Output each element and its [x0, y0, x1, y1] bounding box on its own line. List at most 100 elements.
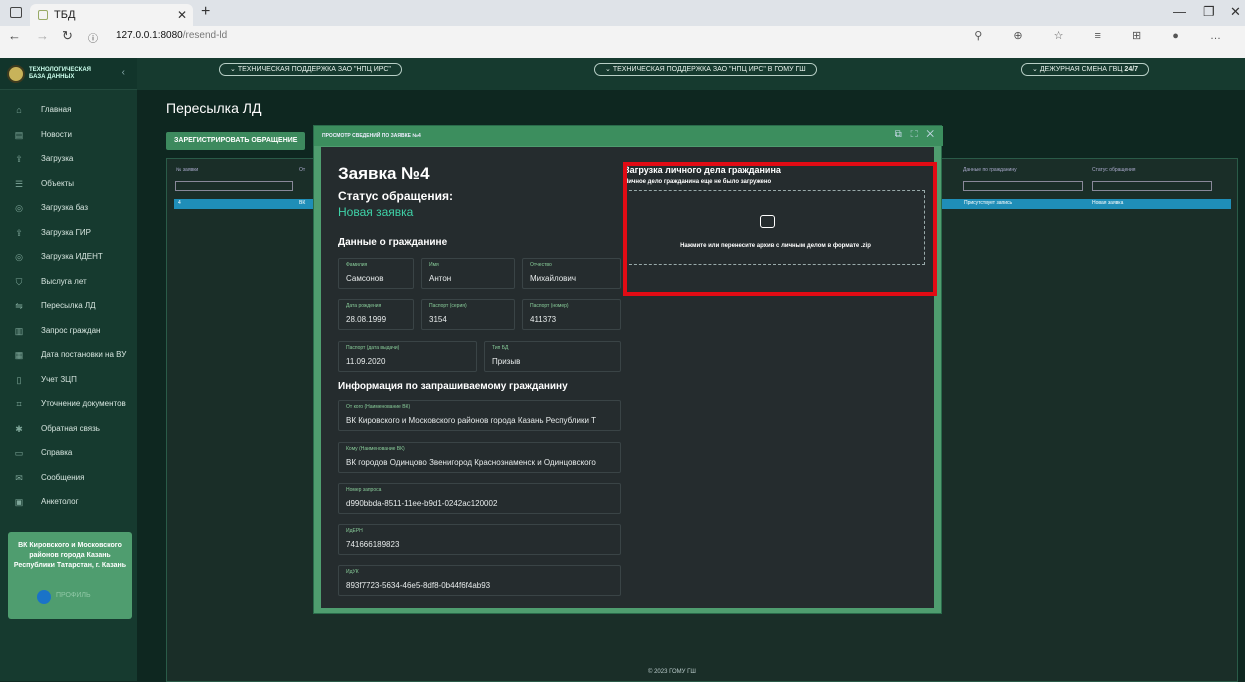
favicon-icon — [38, 10, 48, 20]
address-bar: ← → ↻ ⓘ 127.0.0.1:8080/resend-ld ⚲ ⊕ ☆ ≡… — [0, 26, 1245, 47]
sidebar-item-label: Справка — [41, 448, 73, 457]
birthdate-field[interactable]: Дата рождения 28.08.1999 — [338, 299, 414, 330]
forward-icon[interactable]: → — [36, 28, 49, 43]
profile-link[interactable]: ПРОФИЛЬ — [56, 592, 91, 599]
col-header-num[interactable]: № заявки — [176, 167, 198, 173]
support-dropdown-2[interactable]: ⌄ ТЕХНИЧЕСКАЯ ПОДДЕРЖКА ЗАО "НПЦ ИРС" В … — [594, 63, 817, 76]
duty-dropdown[interactable]: ⌄ ДЕЖУРНАЯ СМЕНА ГВЦ 24/7 — [1021, 63, 1150, 76]
tab-title: ТБД — [54, 9, 76, 21]
sidebar-item[interactable]: ⌂ Главная — [0, 98, 137, 122]
sidebar-item[interactable]: ◎ Загрузка баз — [0, 196, 137, 220]
db-type-field[interactable]: Тип БД Призыв — [484, 341, 621, 372]
sidebar-item[interactable]: ◎ Загрузка ИДЕНТ — [0, 245, 137, 269]
refresh-icon[interactable]: ↻ — [62, 28, 73, 44]
browser-tab[interactable]: ТБД ✕ — [30, 4, 193, 26]
sidebar-item-label: Загрузка ГИР — [41, 227, 91, 237]
col-header-from[interactable]: От — [299, 167, 305, 173]
highlight-box — [623, 162, 937, 296]
folder-icon: ▭ — [14, 448, 24, 458]
back-icon[interactable]: ← — [8, 28, 21, 43]
form-icon: ▣ — [14, 497, 24, 507]
news-icon: ▤ — [14, 129, 24, 140]
modal-header: ПРОСМОТР СВЕДЕНИЙ ПО ЗАЯВКЕ №4 ⧉ ⛶ ✕ — [314, 126, 943, 146]
sidebar-item-label: Загрузка — [41, 154, 74, 163]
new-tab-button[interactable]: + — [201, 3, 210, 21]
support-dropdown-1[interactable]: ⌄ ТЕХНИЧЕСКАЯ ПОДДЕРЖКА ЗАО "НПЦ ИРС" — [219, 63, 402, 76]
user-name: ВК Кировского и Московского районов горо… — [13, 542, 127, 569]
iduk-field[interactable]: ИдУК 893f7723-5634-46e5-8df8-0b44f6f4ab93 — [338, 565, 621, 596]
surname-field[interactable]: Фамилия Самсонов — [338, 258, 414, 289]
status-value: Новая заявка — [338, 205, 414, 219]
row-status: Новая заявка — [1092, 200, 1124, 206]
sidebar-item[interactable]: ▭ Справка — [0, 441, 137, 465]
sidebar-item[interactable]: ▥ Запрос граждан — [0, 319, 137, 343]
passport-date-field[interactable]: Паспорт (дата выдачи) 11.09.2020 — [338, 341, 477, 372]
minimize-icon[interactable]: — — [1173, 4, 1186, 19]
sidebar-item-label: Сообщения — [41, 472, 85, 482]
tab-bar: ТБД ✕ + — ❐ ✕ — [0, 0, 1245, 26]
sidebar-item[interactable]: ▯ Учет ЗЦП — [0, 368, 137, 392]
maximize-icon[interactable]: ❐ — [1203, 4, 1215, 20]
sidebar-item-label: Главная — [41, 105, 72, 114]
chat-icon: ✱ — [15, 423, 23, 434]
info-icon[interactable]: ⓘ — [88, 30, 98, 45]
sidebar-item[interactable]: ▤ Новости — [0, 123, 137, 147]
from-vk-field[interactable]: От кого (Наименование ВК) ВК Кировского и… — [338, 400, 621, 431]
sidebar-item-label: Запрос граждан — [41, 325, 101, 335]
sidebar-item[interactable]: ⇪ Загрузка — [0, 147, 137, 171]
grid-icon: ⌗ — [16, 399, 22, 409]
col-header-status[interactable]: Статус обращения — [1092, 167, 1136, 173]
database-icon: ◎ — [15, 203, 23, 213]
passport-series-field[interactable]: Паспорт (серия) 3154 — [421, 299, 515, 330]
collapse-chevron-icon[interactable]: ‹ — [122, 67, 125, 78]
upload-icon: ⇪ — [15, 154, 23, 164]
sidebar-item[interactable]: ✉ Сообщения — [0, 466, 137, 490]
sidebar-item-label: Учет ЗЦП — [41, 374, 77, 384]
citizen-section-title: Данные о гражданине — [338, 237, 448, 248]
name-field[interactable]: Имя Антон — [421, 258, 515, 289]
browser-toolbar-icons[interactable]: ⚲ ⊕ ☆ ≡ ⊞ ● … — [974, 29, 1235, 42]
request-number-field[interactable]: Номер запроса d990bbda-8511-11ee-b9d1-024… — [338, 483, 621, 514]
modal-window-controls[interactable]: ⧉ ⛶ ✕ — [895, 129, 937, 140]
file-icon: ▯ — [16, 374, 22, 385]
sidebar-item[interactable]: ⌗ Уточнение документов — [0, 392, 137, 416]
home-icon: ⌂ — [16, 105, 22, 115]
filter-num-input[interactable] — [175, 181, 293, 191]
database-icon: ◎ — [15, 252, 23, 262]
sidebar-item[interactable]: ⇪ Загрузка ГИР — [0, 221, 137, 245]
url-input[interactable]: 127.0.0.1:8080/resend-ld — [116, 30, 227, 41]
shield-icon: ⛉ — [15, 276, 23, 287]
sidebar-item-label: Пересылка ЛД — [41, 301, 96, 310]
building-icon: ▥ — [14, 325, 24, 336]
to-vk-field[interactable]: Кому (Наименование ВК) ВК городов Одинцов… — [338, 442, 621, 473]
sidebar-item[interactable]: ▦ Дата постановки на ВУ — [0, 343, 137, 367]
passport-number-field[interactable]: Паспорт (номер) 411373 — [522, 299, 621, 330]
sidebar-item[interactable]: ☰ Объекты — [0, 172, 137, 196]
browser-chrome: ТБД ✕ + — ❐ ✕ ← → ↻ ⓘ 127.0.0.1:8080/res… — [0, 0, 1245, 58]
close-tab-icon[interactable]: ✕ — [177, 4, 187, 26]
sidebar-item-label: Дата постановки на ВУ — [41, 350, 127, 359]
close-window-icon[interactable]: ✕ — [1230, 4, 1241, 20]
tab-actions-icon[interactable] — [10, 7, 22, 18]
user-card: ВК Кировского и Московского районов горо… — [8, 532, 132, 619]
mail-icon: ✉ — [15, 472, 23, 483]
filter-status-input[interactable] — [1092, 181, 1212, 191]
sidebar-item-label: Анкетолог — [41, 497, 79, 506]
upload-icon: ⇪ — [15, 227, 23, 238]
avatar[interactable] — [37, 590, 51, 604]
col-header-citizen[interactable]: Данные по гражданину — [963, 167, 1017, 173]
patronymic-field[interactable]: Отчество Михайлович — [522, 258, 621, 289]
iderp-field[interactable]: ИдЕРН 741666189823 — [338, 524, 621, 555]
sidebar-item[interactable]: ⛉ Выслуга лет — [0, 270, 137, 294]
sidebar-item[interactable]: ✱ Обратная связь — [0, 417, 137, 441]
sidebar-item[interactable]: ⇋ Пересылка ЛД — [0, 294, 137, 318]
sidebar-item-label: Обратная связь — [41, 423, 100, 433]
register-request-button[interactable]: ЗАРЕГИСТРИРОВАТЬ ОБРАЩЕНИЕ — [166, 132, 306, 150]
sidebar-item-label: Загрузка ИДЕНТ — [41, 252, 103, 261]
emblem-icon — [7, 65, 25, 83]
sidebar-item-label: Выслуга лет — [41, 276, 87, 286]
filter-citizen-input[interactable] — [963, 181, 1083, 191]
sidebar-item[interactable]: ▣ Анкетолог — [0, 490, 137, 514]
row-from: ВК — [299, 200, 306, 206]
row-citizen: Присутствует запись — [964, 200, 1013, 206]
